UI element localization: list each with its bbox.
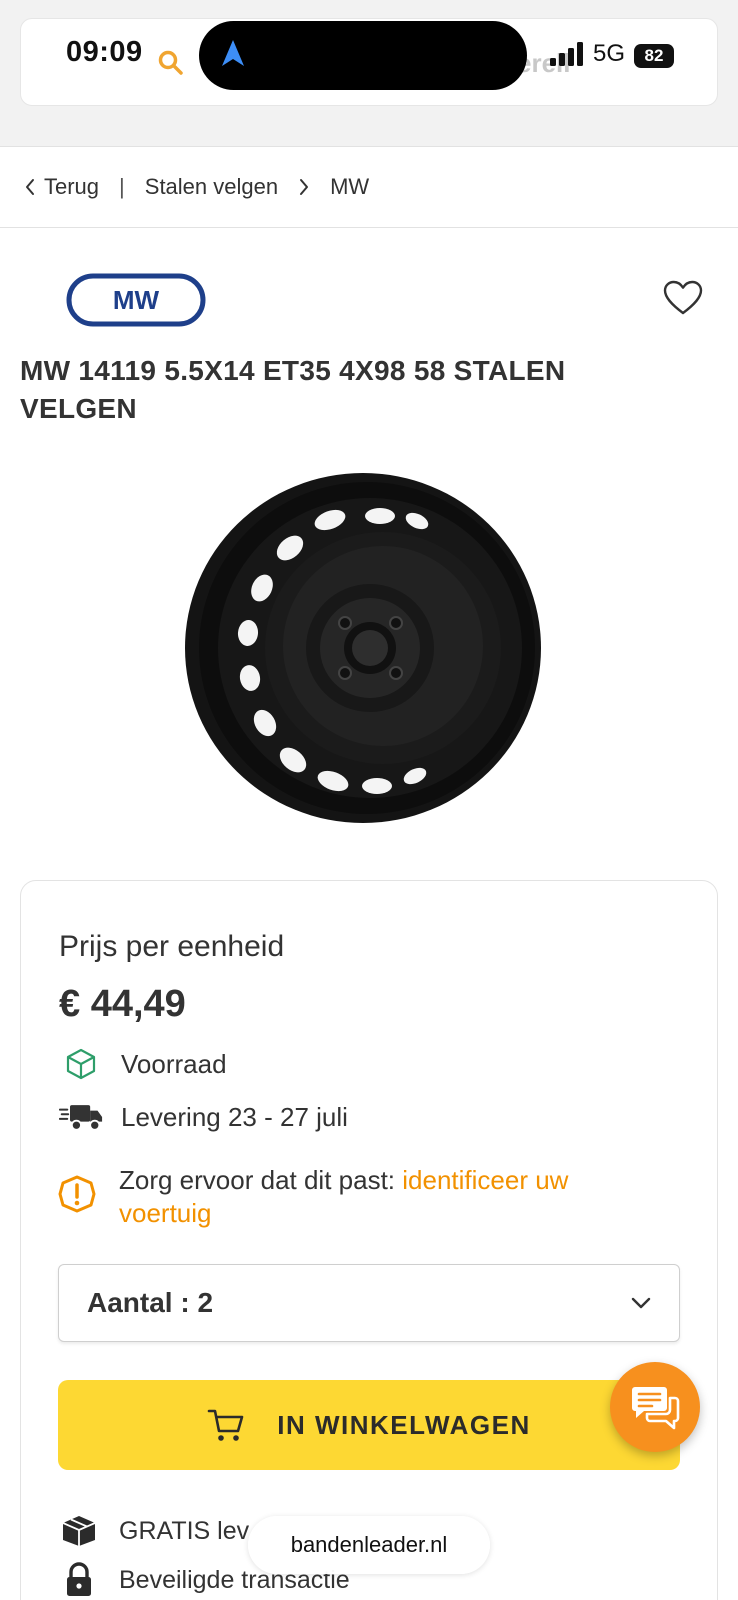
lock-icon: [67, 1562, 91, 1596]
box-icon: [66, 1048, 96, 1080]
browser-url-bar[interactable]: bandenleader.nl: [248, 1516, 490, 1574]
quantity-label: Aantal : 2: [87, 1287, 214, 1318]
warning-icon: [58, 1175, 96, 1213]
product-image[interactable]: [185, 468, 555, 828]
url-text: bandenleader.nl: [290, 1532, 448, 1557]
quantity-select[interactable]: Aantal : 2: [58, 1264, 680, 1342]
delivery-truck-icon: [59, 1105, 103, 1131]
price-value: € 44,49: [59, 983, 186, 1025]
dynamic-island: [199, 21, 527, 90]
network-indicator: 5G: [593, 40, 626, 67]
delivery-label: Levering 23 - 27 juli: [121, 1101, 348, 1132]
stock-label: Voorraad: [121, 1048, 227, 1079]
navigation-arrow-icon: [222, 40, 244, 66]
feature-label: GRATIS lev: [119, 1516, 250, 1545]
signal-icon: [550, 42, 583, 66]
back-label: Terug: [44, 174, 100, 199]
chat-icon: [632, 1387, 680, 1430]
fit-warning-text: Zorg ervoor dat dit past:: [119, 1165, 403, 1195]
search-icon[interactable]: [158, 50, 184, 76]
breadcrumb: Terug | Stalen velgen MW: [0, 146, 738, 228]
product-title: MW 14119 5.5X14 ET35 4X98 58 STALEN VELG…: [20, 355, 566, 424]
brand-logo[interactable]: MW: [66, 273, 206, 327]
package-icon: [62, 1516, 96, 1546]
delivery-row: Levering 23 - 27 juli: [59, 1100, 348, 1134]
breadcrumb-item-mw[interactable]: MW: [330, 174, 369, 200]
chevron-left-icon: [26, 179, 34, 195]
fit-warning: Zorg ervoor dat dit past: identificeer u…: [119, 1164, 619, 1230]
cart-icon: [207, 1409, 244, 1441]
back-link[interactable]: Terug: [24, 174, 99, 200]
price-label: Prijs per eenheid: [59, 930, 285, 963]
chevron-right-icon: [300, 179, 309, 195]
add-to-cart-button[interactable]: IN WINKELWAGEN: [58, 1380, 680, 1470]
breadcrumb-separator: |: [119, 174, 125, 199]
battery-indicator: 82: [634, 44, 674, 68]
add-to-cart-label: IN WINKELWAGEN: [277, 1409, 531, 1440]
brand-logo-text: MW: [113, 285, 160, 315]
status-time: 09:09: [66, 36, 143, 68]
heart-icon[interactable]: [663, 280, 703, 316]
chat-button[interactable]: [610, 1362, 700, 1452]
stock-row: Voorraad: [59, 1047, 227, 1081]
breadcrumb-item-stalen-velgen[interactable]: Stalen velgen: [145, 174, 278, 200]
chevron-down-icon: [631, 1297, 651, 1309]
feature-free-delivery: GRATIS lev: [59, 1514, 249, 1548]
